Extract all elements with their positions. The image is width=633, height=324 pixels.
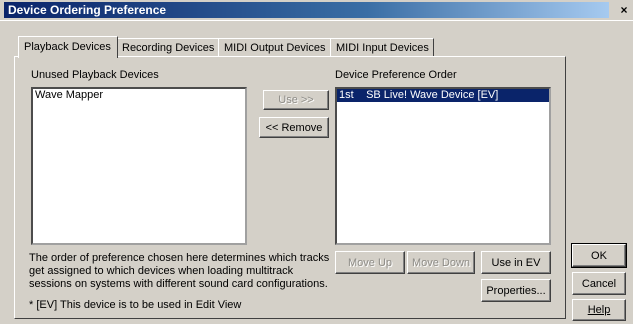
use-in-ev-button[interactable]: Use in EV <box>481 251 551 274</box>
unused-devices-list[interactable]: Wave Mapper <box>31 87 247 245</box>
help-button-label: Help <box>587 304 611 316</box>
preference-order-label: Device Preference Order <box>335 69 457 81</box>
properties-button[interactable]: Properties... <box>481 279 551 302</box>
preference-order-list[interactable]: 1st SB Live! Wave Device [EV] <box>335 87 551 245</box>
device-name: SB Live! Wave Device [EV] <box>366 89 499 101</box>
preference-explanation-line: The order of preference chosen here dete… <box>29 252 330 264</box>
move-up-button[interactable]: Move Up <box>335 251 405 274</box>
ev-footnote: * [EV] This device is to be used in Edit… <box>29 299 242 311</box>
use-button[interactable]: Use >> <box>263 90 329 110</box>
ok-button[interactable]: OK <box>571 243 627 268</box>
unused-devices-label: Unused Playback Devices <box>31 69 159 81</box>
remove-button[interactable]: << Remove <box>259 117 329 138</box>
move-down-button[interactable]: Move Down <box>407 251 475 274</box>
list-item[interactable]: Wave Mapper <box>33 89 245 102</box>
tab-recording-devices[interactable]: Recording Devices <box>116 38 220 57</box>
tab-panel: Unused Playback Devices Wave Mapper Use … <box>14 56 566 319</box>
window-title: Device Ordering Preference <box>4 2 609 18</box>
tab-midi-input-devices[interactable]: MIDI Input Devices <box>330 38 434 57</box>
tab-midi-output-devices[interactable]: MIDI Output Devices <box>218 38 332 57</box>
help-button[interactable]: Help <box>572 299 626 321</box>
close-icon[interactable]: × <box>617 4 631 16</box>
title-bar: Device Ordering Preference × <box>0 0 633 21</box>
rank-label: 1st <box>339 89 354 101</box>
list-item[interactable]: 1st SB Live! Wave Device [EV] <box>337 89 549 102</box>
preference-explanation: The order of preference chosen here dete… <box>29 252 333 291</box>
preference-explanation-line: sessions on systems with different sound… <box>29 278 328 290</box>
cancel-button[interactable]: Cancel <box>572 272 626 295</box>
preference-explanation-line: get assigned to which devices when loadi… <box>29 265 294 277</box>
tab-playback-devices[interactable]: Playback Devices <box>18 36 118 58</box>
